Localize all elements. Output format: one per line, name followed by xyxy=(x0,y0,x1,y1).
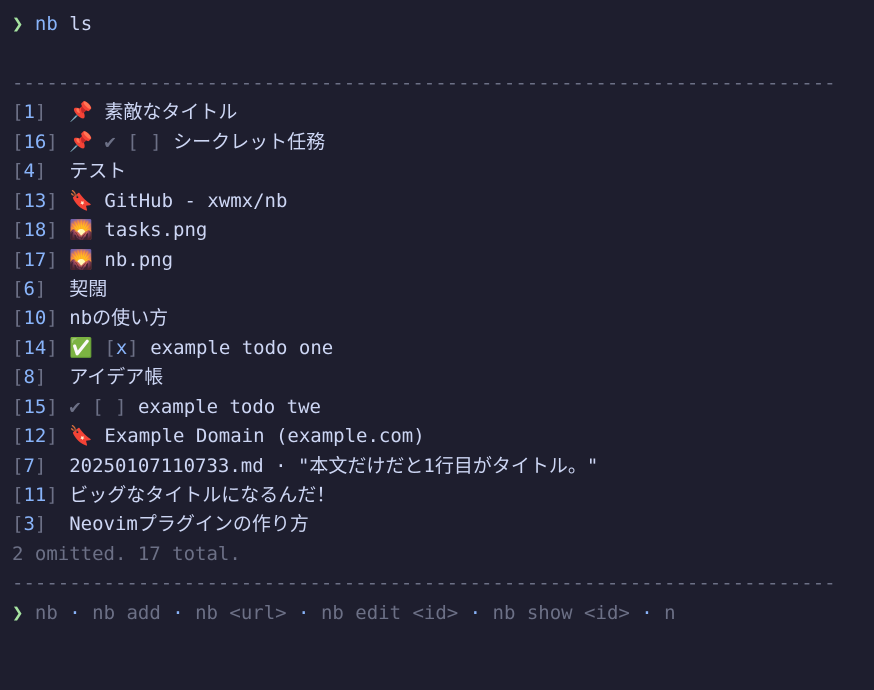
item-id: [12] xyxy=(12,422,58,451)
item-title: GitHub - xwmx/nb xyxy=(104,190,287,212)
list-item[interactable]: [7] 20250107110733.md · "本文だけだと1行目がタイトル。… xyxy=(12,452,862,481)
item-id: [14] xyxy=(12,334,58,363)
item-title: example todo one xyxy=(150,337,333,359)
item-id: [3] xyxy=(12,510,58,539)
item-id: [17] xyxy=(12,246,58,275)
item-id: [11] xyxy=(12,481,58,510)
item-id: [7] xyxy=(12,452,58,481)
divider-bottom: ----------------------------------------… xyxy=(12,569,862,598)
item-title: Neovimプラグインの作り方 xyxy=(69,513,309,535)
list-item[interactable]: [12] 🔖 Example Domain (example.com) xyxy=(12,422,862,451)
item-id: [6] xyxy=(12,275,58,304)
list-item[interactable]: [8] アイデア帳 xyxy=(12,363,862,392)
list-summary: 2 omitted. 17 total. xyxy=(12,540,862,569)
item-title: nbの使い方 xyxy=(69,307,168,329)
item-id: [16] xyxy=(12,128,58,157)
item-id: [15] xyxy=(12,393,58,422)
todo-checkbox: [ ] xyxy=(127,131,161,153)
bookmark-icon: 🔖 xyxy=(69,187,93,216)
checkmark-dim-icon: ✔ xyxy=(69,396,80,418)
image-icon: 🌄 xyxy=(69,216,93,245)
command-line[interactable]: ❯ nb ls xyxy=(12,10,862,39)
hint-command: n xyxy=(653,602,676,624)
note-list: [1] 📌 素敵なタイトル[16] 📌 ✔ [ ] シークレット任務[4] テス… xyxy=(12,98,862,540)
image-icon: 🌄 xyxy=(69,246,93,275)
item-id: [4] xyxy=(12,157,58,186)
hint-separator: · xyxy=(161,602,184,624)
item-title: テスト xyxy=(69,160,126,182)
prompt-symbol: ❯ xyxy=(12,13,23,35)
checkmark-dim-icon: ✔ xyxy=(104,131,115,153)
list-item[interactable]: [6] 契闊 xyxy=(12,275,862,304)
item-title: 契闊 xyxy=(69,278,107,300)
todo-checkbox: [ ] xyxy=(92,396,126,418)
list-item[interactable]: [11] ビッグなタイトルになるんだ！ xyxy=(12,481,862,510)
item-title: 素敵なタイトル xyxy=(104,101,237,123)
list-item[interactable]: [10] nbの使い方 xyxy=(12,304,862,333)
bookmark-icon: 🔖 xyxy=(69,422,93,451)
item-title: アイデア帳 xyxy=(69,366,163,388)
hint-separator: · xyxy=(58,602,81,624)
item-id: [18] xyxy=(12,216,58,245)
item-id: [1] xyxy=(12,98,58,127)
list-item[interactable]: [3] Neovimプラグインの作り方 xyxy=(12,510,862,539)
list-item[interactable]: [14] ✅ [x] example todo one xyxy=(12,334,862,363)
hint-separator: · xyxy=(630,602,653,624)
pin-icon: 📌 xyxy=(69,98,93,127)
item-title: nb.png xyxy=(104,249,173,271)
hint-prompt-symbol: ❯ xyxy=(12,602,23,624)
item-id: [8] xyxy=(12,363,58,392)
list-item[interactable]: [1] 📌 素敵なタイトル xyxy=(12,98,862,127)
list-item[interactable]: [16] 📌 ✔ [ ] シークレット任務 xyxy=(12,128,862,157)
list-item[interactable]: [15] ✔ [ ] example todo twe xyxy=(12,393,862,422)
todo-checkbox: [x] xyxy=(104,337,138,359)
pin-icon: 📌 xyxy=(69,128,93,157)
list-item[interactable]: [17] 🌄 nb.png xyxy=(12,246,862,275)
hint-command: nb show <id> xyxy=(481,602,630,624)
hint-separator: · xyxy=(287,602,310,624)
item-title: Example Domain (example.com) xyxy=(104,425,424,447)
item-title: example todo twe xyxy=(138,396,321,418)
divider-top: ----------------------------------------… xyxy=(12,69,862,98)
hint-command: nb xyxy=(35,602,58,624)
hint-command: nb <url> xyxy=(184,602,287,624)
item-id: [10] xyxy=(12,304,58,333)
item-title: シークレット任務 xyxy=(173,131,325,153)
hint-separator: · xyxy=(458,602,481,624)
command-argument: ls xyxy=(69,13,92,35)
hint-bar: ❯ nb · nb add · nb <url> · nb edit <id> … xyxy=(12,599,862,628)
list-item[interactable]: [4] テスト xyxy=(12,157,862,186)
check-icon: ✅ xyxy=(69,334,93,363)
hint-command: nb edit <id> xyxy=(310,602,459,624)
item-title: tasks.png xyxy=(104,219,207,241)
list-item[interactable]: [18] 🌄 tasks.png xyxy=(12,216,862,245)
command-program: nb xyxy=(35,13,58,35)
item-id: [13] xyxy=(12,187,58,216)
item-title: 20250107110733.md · "本文だけだと1行目がタイトル。" xyxy=(69,455,598,477)
list-item[interactable]: [13] 🔖 GitHub - xwmx/nb xyxy=(12,187,862,216)
item-title: ビッグなタイトルになるんだ！ xyxy=(69,484,335,506)
hint-command: nb add xyxy=(81,602,161,624)
